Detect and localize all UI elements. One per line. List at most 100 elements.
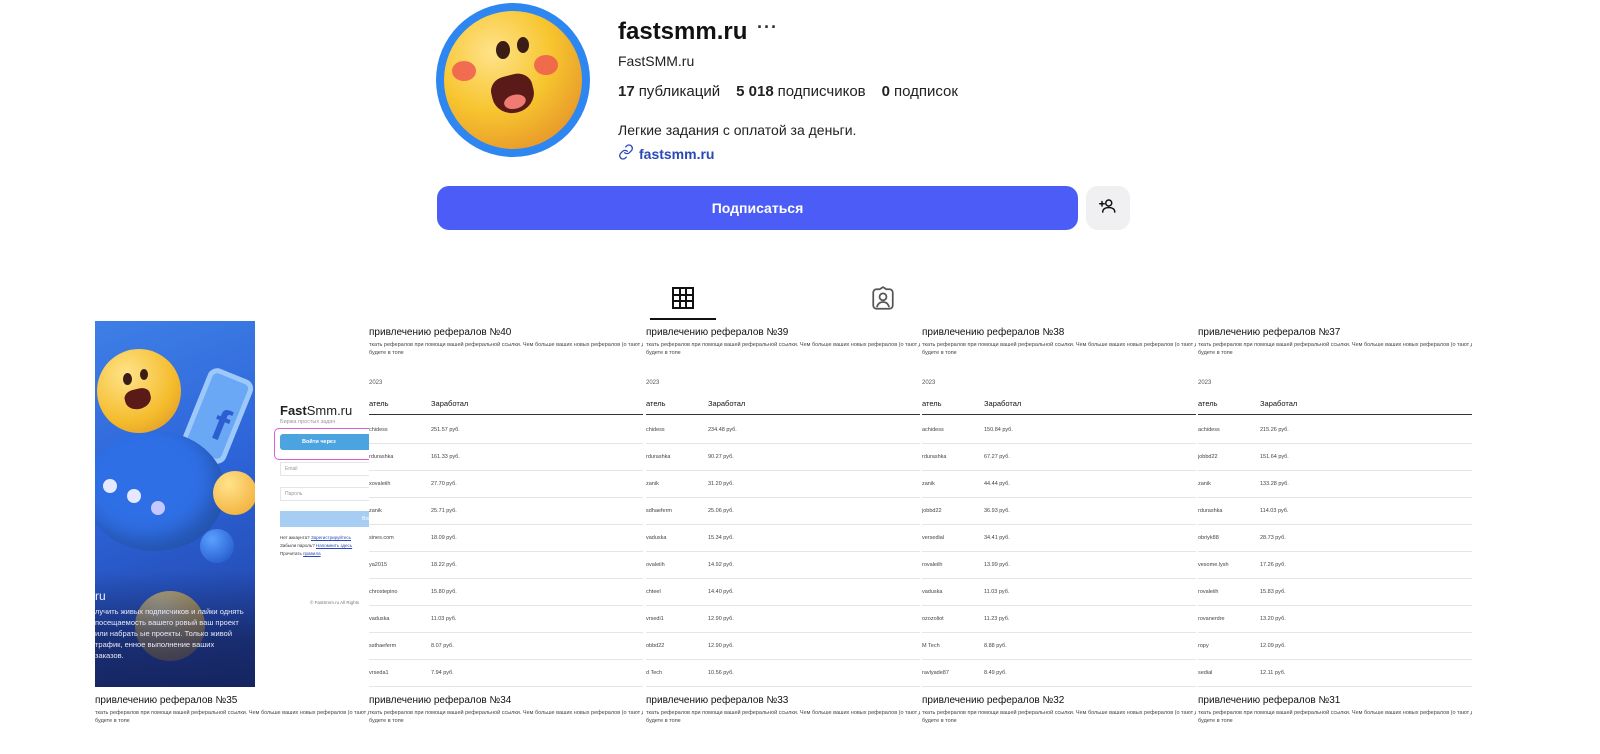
row-username: xovaleiih [369,481,391,487]
column-header-user: атель [646,399,666,408]
login-form-preview: FastSmm.ru Биржа простых задач Войти чер… [255,321,369,687]
add-person-icon [1099,197,1117,220]
profile-avatar[interactable] [436,3,590,157]
row-earned: 161.33 руб. [431,454,460,460]
email-field-preview: Email [280,462,369,476]
post-description: ткать рефералов при помощи вашей реферал… [1198,710,1472,724]
post-tile[interactable]: привлечению рефералов №40 ткать рефералов… [369,321,643,687]
fastsmm-subtitle: Биржа простых задач [280,419,336,425]
row-earned: 12.90 руб. [708,643,734,649]
row-username: sdhaeferm [646,508,672,514]
post-description: ткать рефералов при помощи вашей реферал… [369,710,643,724]
post-tile[interactable]: привлечению рефералов №37 ткать рефералов… [1198,321,1472,687]
row-earned: 8.07 руб. [431,643,454,649]
post-title: привлечению рефералов №33 [646,695,789,706]
row-earned: 15.34 руб. [708,535,734,541]
active-tab-indicator [650,318,716,320]
post-description: ткать рефералов при помощи вашей реферал… [922,710,1196,724]
row-username: jobbd22 [922,508,942,514]
post-tile[interactable]: привлечению рефералов №31 ткать рефералов… [1198,689,1472,754]
tab-tagged[interactable] [860,280,906,318]
profile-username: fastsmm.ru [618,18,748,45]
table-row: zanik 133.28 руб. [1198,470,1472,498]
table-row: xovaleiih 27.70 руб. [369,470,643,498]
stat-following[interactable]: 0 подписок [882,83,958,100]
stat-followers[interactable]: 5 018 подписчиков [736,83,866,100]
table-header-divider [369,414,643,415]
table-row: vaduska 15.34 руб. [646,524,920,552]
table-row: zanik 25.71 руб. [369,497,643,525]
row-username: chidess [646,427,665,433]
row-earned: 44.44 руб. [984,481,1010,487]
row-username: rdurashka [369,454,394,460]
table-row: versedial 34.41 руб. [922,524,1196,552]
row-earned: 13.20 руб. [1260,616,1286,622]
table-row: ropy 12.09 руб. [1198,632,1472,660]
table-row: zanik 31.20 руб. [646,470,920,498]
row-username: rdurashka [1198,508,1223,514]
row-username: sines.com [369,535,394,541]
subscribe-button[interactable]: Подписаться [437,186,1078,230]
row-earned: 17.26 руб. [1260,562,1286,568]
row-earned: 150.84 руб. [984,427,1013,433]
post-tile[interactable]: привлечению рефералов №35 ткать рефералов… [95,689,369,754]
row-username: rovaleiih [922,562,943,568]
profile-full-name: FastSMM.ru [618,53,695,69]
table-header-divider [646,414,920,415]
table-row: ya2015 18.22 руб. [369,551,643,579]
post-description: ткать рефералов при помощи вашей реферал… [95,710,369,724]
table-row: obbd22 12.90 руб. [646,632,920,660]
table-row: M Tech 8.88 руб. [922,632,1196,660]
post-tile[interactable]: привлечению рефералов №32 ткать рефералов… [922,689,1196,754]
row-username: vrsedi1 [646,616,664,622]
post-tile[interactable]: привлечению рефералов №33 ткать рефералов… [646,689,920,754]
profile-stats: 17 публикаций 5 018 подписчиков 0 подписок [618,83,958,100]
row-username: M Tech [922,643,940,649]
emoji-face-image [444,11,582,149]
post-tile[interactable]: привлечению рефералов №34 ткать рефералов… [369,689,643,754]
table-row: sedial 12.11 руб. [1198,659,1472,687]
tab-posts-grid[interactable] [650,280,716,320]
row-username: zanik [1198,481,1211,487]
row-username: vaduska [369,616,390,622]
promo-ru-text: ru [95,589,106,603]
table-row: jobbd22 36.93 руб. [922,497,1196,525]
row-username: achidess [922,427,944,433]
add-person-button[interactable] [1086,186,1130,230]
row-earned: 234.48 руб. [708,427,737,433]
row-username: obriyk88 [1198,535,1219,541]
row-earned: 8.88 руб. [984,643,1007,649]
table-row: vesome.lysh 17.26 руб. [1198,551,1472,579]
row-earned: 25.06 руб. [708,508,734,514]
row-earned: 251.57 руб. [431,427,460,433]
profile-website-link[interactable]: fastsmm.ru [618,144,714,163]
stat-posts[interactable]: 17 публикаций [618,83,720,100]
row-earned: 10.56 руб. [708,670,734,676]
copyright-text: © FastSmm.ru All Rights [310,600,360,605]
post-title: привлечению рефералов №31 [1198,695,1341,706]
table-row: vaduska 11.03 руб. [369,605,643,633]
post-tile[interactable]: привлечению рефералов №39 ткать рефералов… [646,321,920,687]
more-options-icon[interactable]: ··· [757,17,778,38]
table-row: rovaleiih 13.99 руб. [922,551,1196,579]
row-earned: 11.03 руб. [431,616,457,622]
post-title: привлечению рефералов №34 [369,695,512,706]
row-earned: 67.27 руб. [984,454,1010,460]
table-row: sdhaeferm 25.06 руб. [646,497,920,525]
table-row: ozozoliot 11.23 руб. [922,605,1196,633]
post-tile[interactable]: f ru лучить живых подписчиков и лайки од… [95,321,369,687]
row-username: zanik [922,481,935,487]
row-username: rdurashka [922,454,947,460]
forgot-line: Забыли пароль? Напомнить здесь [280,543,353,548]
table-row: rdurashka 67.27 руб. [922,443,1196,471]
row-earned: 11.23 руб. [984,616,1010,622]
row-username: sedial [1198,670,1213,676]
post-tile[interactable]: привлечению рефералов №38 ткать рефералов… [922,321,1196,687]
row-earned: 27.70 руб. [431,481,457,487]
row-username: rdurashka [646,454,671,460]
table-header-divider [1198,414,1472,415]
post-description: ткать рефералов при помощи вашей реферал… [1198,342,1472,356]
promo-description: лучить живых подписчиков и лайки однять … [95,607,244,660]
tagged-person-icon [870,286,896,318]
row-username: vaduska [646,535,667,541]
